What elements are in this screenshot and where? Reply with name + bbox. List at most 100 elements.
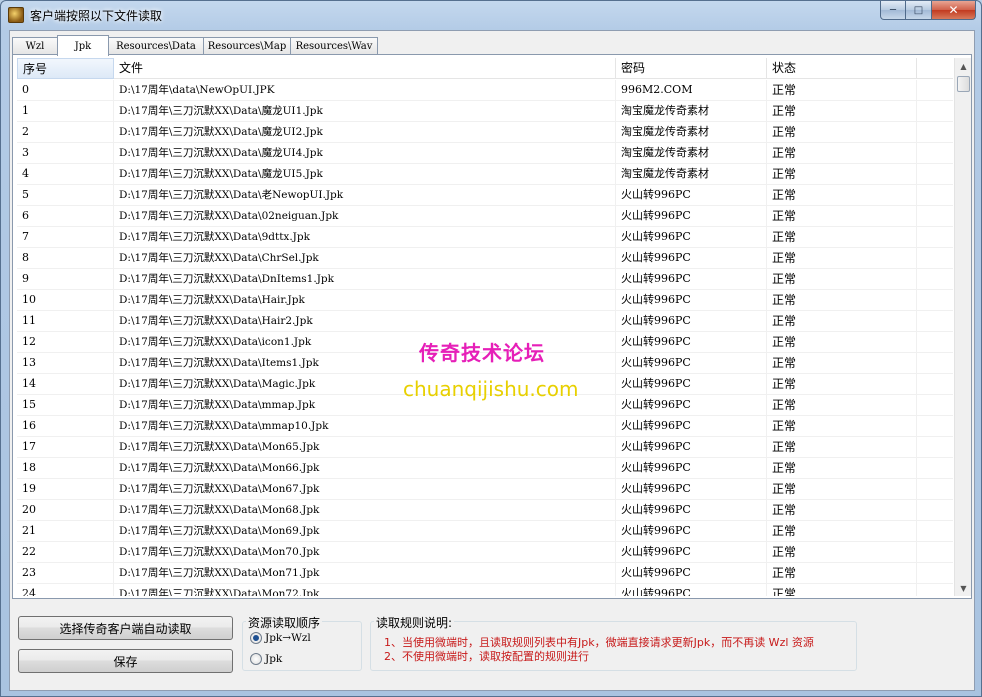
close-button[interactable]: ✕	[932, 1, 976, 20]
cell-file: D:\17周年\三刀沉默XX\Data\Mon71.Jpk	[114, 563, 616, 583]
auto-read-button[interactable]: 选择传奇客户端自动读取	[18, 616, 233, 640]
cell-status: 正常	[767, 500, 917, 520]
file-list[interactable]: 序号 文件 密码 状态 0 D:\17周年\data\NewOpUI.JPK 996…	[17, 58, 971, 596]
table-row[interactable]: 17 D:\17周年\三刀沉默XX\Data\Mon65.Jpk 火山转996PC 正…	[17, 437, 953, 458]
app-window: 客户端按照以下文件读取 ─ □ ✕ Wzl Jpk Resources\Data…	[0, 0, 982, 697]
save-button[interactable]: 保存	[18, 649, 233, 673]
tab-resources-map[interactable]: Resources\Map	[203, 37, 291, 55]
table-row[interactable]: 5 D:\17周年\三刀沉默XX\Data\老NewopUI.Jpk 火山转996P…	[17, 185, 953, 206]
cell-file: D:\17周年\三刀沉默XX\Data\魔龙UI4.Jpk	[114, 143, 616, 163]
rules-label: 读取规则说明:	[374, 614, 455, 631]
table-row[interactable]: 4 D:\17周年\三刀沉默XX\Data\魔龙UI5.Jpk 淘宝魔龙传奇素材 正常	[17, 164, 953, 185]
tab-strip: Wzl Jpk Resources\Data Resources\Map Res…	[12, 33, 378, 56]
cell-password: 火山转996PC	[616, 185, 767, 205]
cell-file: D:\17周年\三刀沉默XX\Data\老NewopUI.Jpk	[114, 185, 616, 205]
cell-index: 16	[17, 416, 114, 436]
table-row[interactable]: 22 D:\17周年\三刀沉默XX\Data\Mon70.Jpk 火山转996PC 正…	[17, 542, 953, 563]
cell-password: 火山转996PC	[616, 311, 767, 331]
radio-jpk-wzl[interactable]: Jpk→Wzl	[250, 632, 311, 644]
vertical-scrollbar[interactable]: ▲ ▼	[954, 58, 971, 596]
minimize-button[interactable]: ─	[880, 1, 906, 20]
cell-file: D:\17周年\三刀沉默XX\Data\02neiguan.Jpk	[114, 206, 616, 226]
table-row[interactable]: 3 D:\17周年\三刀沉默XX\Data\魔龙UI4.Jpk 淘宝魔龙传奇素材 正常	[17, 143, 953, 164]
radio-jpk-circle[interactable]	[250, 653, 262, 665]
table-row[interactable]: 19 D:\17周年\三刀沉默XX\Data\Mon67.Jpk 火山转996PC 正…	[17, 479, 953, 500]
table-row[interactable]: 16 D:\17周年\三刀沉默XX\Data\mmap10.Jpk 火山转996PC…	[17, 416, 953, 437]
scroll-up-button[interactable]: ▲	[956, 58, 971, 74]
cell-file: D:\17周年\三刀沉默XX\Data\Mon70.Jpk	[114, 542, 616, 562]
table-row[interactable]: 9 D:\17周年\三刀沉默XX\Data\DnItems1.Jpk 火山转996P…	[17, 269, 953, 290]
cell-status: 正常	[767, 332, 917, 352]
cell-status: 正常	[767, 248, 917, 268]
table-row[interactable]: 1 D:\17周年\三刀沉默XX\Data\魔龙UI1.Jpk 淘宝魔龙传奇素材 正常	[17, 101, 953, 122]
cell-index: 20	[17, 500, 114, 520]
scroll-down-button[interactable]: ▼	[956, 580, 971, 596]
cell-index: 3	[17, 143, 114, 163]
radio-jpk-wzl-circle[interactable]	[250, 632, 262, 644]
cell-password: 火山转996PC	[616, 269, 767, 289]
cell-status: 正常	[767, 290, 917, 310]
cell-file: D:\17周年\三刀沉默XX\Data\9dttx.Jpk	[114, 227, 616, 247]
table-row[interactable]: 18 D:\17周年\三刀沉默XX\Data\Mon66.Jpk 火山转996PC 正…	[17, 458, 953, 479]
cell-password: 淘宝魔龙传奇素材	[616, 143, 767, 163]
minimize-icon: ─	[889, 4, 897, 16]
cell-status: 正常	[767, 584, 917, 596]
cell-index: 17	[17, 437, 114, 457]
table-row[interactable]: 10 D:\17周年\三刀沉默XX\Data\Hair.Jpk 火山转996PC 正常	[17, 290, 953, 311]
column-header-file[interactable]: 文件	[114, 58, 616, 79]
table-row[interactable]: 2 D:\17周年\三刀沉默XX\Data\魔龙UI2.Jpk 淘宝魔龙传奇素材 正常	[17, 122, 953, 143]
radio-jpk-wzl-label: Jpk→Wzl	[265, 632, 311, 644]
cell-password: 火山转996PC	[616, 479, 767, 499]
cell-status: 正常	[767, 374, 917, 394]
app-icon	[8, 7, 24, 23]
table-row[interactable]: 24 D:\17周年\三刀沉默XX\Data\Mon72.Jpk 火山转996PC 正…	[17, 584, 953, 596]
cell-password: 淘宝魔龙传奇素材	[616, 164, 767, 184]
maximize-button[interactable]: □	[906, 1, 932, 20]
scroll-thumb[interactable]	[957, 76, 970, 92]
tab-panel-jpk: 序号 文件 密码 状态 0 D:\17周年\data\NewOpUI.JPK 996…	[12, 54, 972, 599]
cell-file: D:\17周年\三刀沉默XX\Data\魔龙UI2.Jpk	[114, 122, 616, 142]
cell-status: 正常	[767, 542, 917, 562]
table-row[interactable]: 11 D:\17周年\三刀沉默XX\Data\Hair2.Jpk 火山转996PC 正…	[17, 311, 953, 332]
tab-resources-data[interactable]: Resources\Data	[108, 37, 204, 55]
title-bar[interactable]: 客户端按照以下文件读取 ─ □ ✕	[1, 1, 981, 29]
tab-wzl[interactable]: Wzl	[12, 37, 58, 55]
cell-index: 13	[17, 353, 114, 373]
tab-jpk[interactable]: Jpk	[57, 35, 109, 56]
table-row[interactable]: 23 D:\17周年\三刀沉默XX\Data\Mon71.Jpk 火山转996PC 正…	[17, 563, 953, 584]
close-icon: ✕	[948, 3, 959, 17]
column-header-index[interactable]: 序号	[17, 58, 114, 79]
cell-status: 正常	[767, 416, 917, 436]
cell-status: 正常	[767, 122, 917, 142]
table-row[interactable]: 8 D:\17周年\三刀沉默XX\Data\ChrSel.Jpk 火山转996PC 正…	[17, 248, 953, 269]
cell-password: 火山转996PC	[616, 458, 767, 478]
cell-password: 火山转996PC	[616, 563, 767, 583]
cell-index: 1	[17, 101, 114, 121]
table-row[interactable]: 20 D:\17周年\三刀沉默XX\Data\Mon68.Jpk 火山转996PC 正…	[17, 500, 953, 521]
cell-password: 火山转996PC	[616, 374, 767, 394]
cell-index: 22	[17, 542, 114, 562]
table-row[interactable]: 6 D:\17周年\三刀沉默XX\Data\02neiguan.Jpk 火山转996…	[17, 206, 953, 227]
cell-index: 10	[17, 290, 114, 310]
cell-index: 21	[17, 521, 114, 541]
column-header-status[interactable]: 状态	[767, 58, 917, 79]
cell-status: 正常	[767, 353, 917, 373]
scroll-up-icon: ▲	[960, 61, 967, 71]
cell-password: 火山转996PC	[616, 416, 767, 436]
tab-resources-wav[interactable]: Resources\Wav	[290, 37, 378, 55]
maximize-icon: □	[913, 4, 924, 16]
column-header-password[interactable]: 密码	[616, 58, 767, 79]
table-row[interactable]: 7 D:\17周年\三刀沉默XX\Data\9dttx.Jpk 火山转996PC 正常	[17, 227, 953, 248]
cell-index: 14	[17, 374, 114, 394]
cell-index: 2	[17, 122, 114, 142]
table-row[interactable]: 21 D:\17周年\三刀沉默XX\Data\Mon69.Jpk 火山转996PC 正…	[17, 521, 953, 542]
cell-file: D:\17周年\三刀沉默XX\Data\Mon68.Jpk	[114, 500, 616, 520]
radio-selected-dot	[253, 635, 259, 641]
list-header: 序号 文件 密码 状态	[17, 58, 953, 79]
table-row[interactable]: 0 D:\17周年\data\NewOpUI.JPK 996M2.COM 正常	[17, 80, 953, 101]
cell-file: D:\17周年\三刀沉默XX\Data\ChrSel.Jpk	[114, 248, 616, 268]
radio-jpk[interactable]: Jpk	[250, 653, 282, 665]
cell-password: 火山转996PC	[616, 248, 767, 268]
cell-password: 火山转996PC	[616, 353, 767, 373]
cell-password: 火山转996PC	[616, 584, 767, 596]
